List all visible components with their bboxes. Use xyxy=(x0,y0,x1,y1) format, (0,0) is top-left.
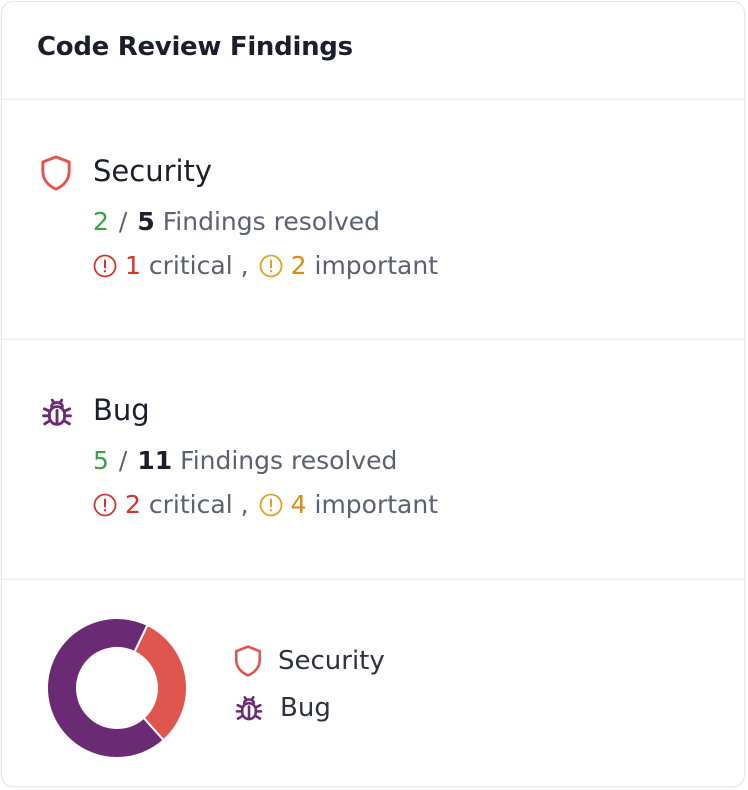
shield-icon xyxy=(38,154,74,196)
important-label: important xyxy=(314,490,439,519)
legend-label: Security xyxy=(278,646,385,676)
alert-circle-icon xyxy=(259,254,282,277)
shield-icon xyxy=(234,645,262,677)
alert-circle-icon xyxy=(93,493,117,516)
alert-circle-icon xyxy=(93,254,117,277)
category-bug: Bug 5 / 11 Findings resolved 2 critical … xyxy=(2,340,744,580)
resolved-line: 2 / 5 Findings resolved xyxy=(93,207,380,236)
comma-separator: , xyxy=(240,490,249,519)
comma-separator: , xyxy=(240,251,249,280)
slash-separator: / xyxy=(118,207,128,236)
resolved-count: 5 xyxy=(93,446,109,475)
resolved-label: Findings resolved xyxy=(162,207,381,236)
chart-section: Security Bug xyxy=(2,580,744,789)
legend-label: Bug xyxy=(280,693,331,723)
legend-item-security: Security xyxy=(232,644,385,678)
important-label: important xyxy=(314,251,439,280)
critical-label: critical xyxy=(148,490,233,519)
bug-icon xyxy=(235,696,263,721)
category-name: Bug xyxy=(93,393,150,427)
resolved-label: Findings resolved xyxy=(180,446,398,475)
slash-separator: / xyxy=(118,446,128,475)
category-security: Security 2 / 5 Findings resolved 1 criti… xyxy=(2,100,744,340)
bug-icon xyxy=(38,393,76,435)
important-count: 4 xyxy=(290,490,307,519)
category-name: Security xyxy=(93,154,213,188)
card-header: Code Review Findings xyxy=(2,2,744,100)
resolved-line: 5 / 11 Findings resolved xyxy=(93,446,397,475)
donut-chart xyxy=(46,617,188,759)
legend-item-bug: Bug xyxy=(232,691,331,725)
total-count: 5 xyxy=(137,207,155,236)
critical-count: 2 xyxy=(125,490,141,519)
important-count: 2 xyxy=(290,251,307,280)
critical-label: critical xyxy=(148,251,233,280)
code-review-card: Code Review Findings Security 2 / 5 Find… xyxy=(1,1,745,787)
severity-line: 1 critical , 2 important xyxy=(93,251,438,280)
total-count: 11 xyxy=(137,446,173,475)
resolved-count: 2 xyxy=(93,207,109,236)
card-title: Code Review Findings xyxy=(37,32,353,62)
alert-circle-icon xyxy=(259,493,282,516)
critical-count: 1 xyxy=(125,251,141,280)
severity-line: 2 critical , 4 important xyxy=(93,490,438,519)
